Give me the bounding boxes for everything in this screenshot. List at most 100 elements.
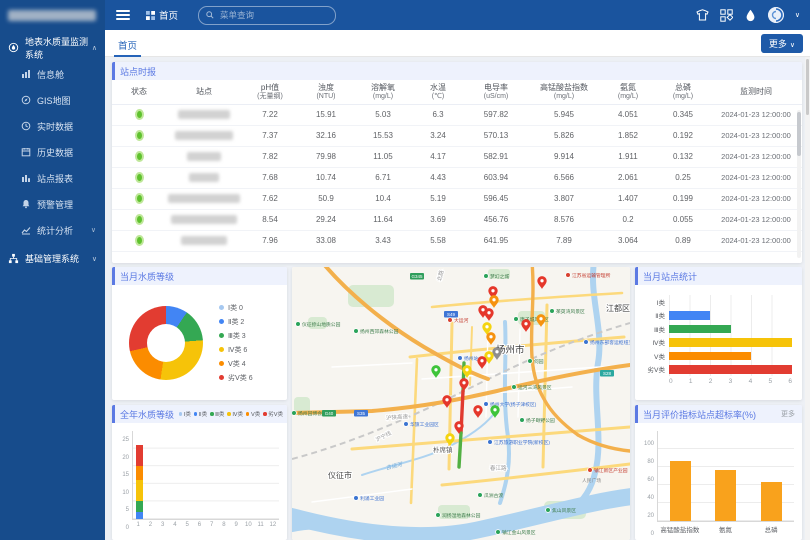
water-drop-icon[interactable] bbox=[744, 9, 757, 22]
svg-text:春江路: 春江路 bbox=[490, 464, 507, 472]
hbar-bar bbox=[669, 311, 710, 320]
org-tree-icon bbox=[8, 253, 19, 264]
table-cell: 2.061 bbox=[600, 167, 656, 188]
info-dashboard-icon bbox=[21, 69, 31, 79]
sidebar-item-alert-management[interactable]: 预警管理 bbox=[0, 191, 105, 217]
svg-text:何园: 何园 bbox=[534, 358, 544, 365]
search-input[interactable] bbox=[218, 9, 328, 21]
status-dot-online bbox=[135, 130, 144, 141]
table-cell: 7.22 bbox=[242, 104, 298, 125]
table-scrollbar[interactable] bbox=[797, 110, 801, 258]
app-logo bbox=[0, 0, 105, 30]
table-cell: 3.69 bbox=[412, 209, 464, 230]
breadcrumb[interactable]: 首页 bbox=[146, 8, 178, 22]
status-dot-online bbox=[135, 214, 144, 225]
sidebar-item-history-data[interactable]: 历史数据 bbox=[0, 139, 105, 165]
svg-text:扬州站: 扬州站 bbox=[464, 355, 479, 362]
map-label: 运河三湾风景区 bbox=[512, 384, 552, 391]
svg-text:江苏省运输管理所: 江苏省运输管理所 bbox=[572, 272, 611, 279]
svg-text:扬州西郊森林公园: 扬州西郊森林公园 bbox=[360, 328, 399, 335]
navbar-actions: ∨ bbox=[696, 7, 800, 23]
sidebar-group-base-management[interactable]: 基础管理系统 ∨ bbox=[0, 245, 105, 272]
hbar-row: Ⅲ类 bbox=[641, 322, 792, 336]
hbar-row: 劣Ⅴ类 bbox=[641, 363, 792, 377]
sidebar-item-stats-analysis[interactable]: 统计分析 ∨ bbox=[0, 217, 105, 243]
column-header: 站点 bbox=[166, 80, 242, 104]
table-row: 8.5429.2411.643.69456.768.5760.20.055202… bbox=[112, 209, 802, 230]
tab-home[interactable]: 首页 bbox=[114, 35, 141, 57]
svg-text:扬州园博会: 扬州园博会 bbox=[298, 410, 322, 417]
table-row: 7.9633.083.435.58641.957.893.0640.892024… bbox=[112, 230, 802, 251]
table-cell: 2024-01-23 12:00:00 bbox=[710, 167, 802, 188]
table-cell: 6.566 bbox=[528, 167, 600, 188]
table-cell: 5.945 bbox=[528, 104, 600, 125]
hbar-bar bbox=[669, 352, 751, 361]
svg-text:运河三湾风景区: 运河三湾风景区 bbox=[518, 384, 552, 391]
sidebar-item-gis-map[interactable]: GIS地图 bbox=[0, 87, 105, 113]
annual-quality-panel: 全年水质等级 Ⅰ类Ⅱ类Ⅲ类Ⅳ类Ⅴ类劣Ⅴ类 0510152025 12345678… bbox=[112, 405, 287, 540]
sidebar-item-info[interactable]: 信息舱 bbox=[0, 61, 105, 87]
table-cell: 596.45 bbox=[464, 188, 528, 209]
table-cell: 3.24 bbox=[412, 125, 464, 146]
status-dot-online bbox=[135, 109, 144, 120]
table-row: 7.2215.915.036.3597.825.9454.0510.345202… bbox=[112, 104, 802, 125]
table-cell: 0.2 bbox=[600, 209, 656, 230]
legend-item: Ⅰ类 bbox=[179, 410, 191, 418]
svg-text:G40: G40 bbox=[325, 411, 334, 416]
menu-toggle-icon[interactable] bbox=[116, 10, 130, 20]
table-cell: 32.16 bbox=[298, 125, 354, 146]
stacked-chart: 0510152025 123456789101112 bbox=[112, 423, 287, 528]
gis-map-icon bbox=[21, 95, 31, 105]
donut-ring bbox=[129, 306, 203, 380]
map-label: 润扬湿地森林公园 bbox=[436, 512, 481, 519]
legend-item: 劣Ⅴ类 bbox=[263, 410, 283, 418]
home-grid-icon bbox=[146, 11, 155, 20]
table-row: 7.6250.910.45.19596.453.8071.4070.199202… bbox=[112, 188, 802, 209]
panel-title: 当月站点统计 bbox=[643, 270, 697, 283]
table-cell: 15.53 bbox=[354, 125, 412, 146]
svg-text:江苏旅游职业学院(新校区): 江苏旅游职业学院(新校区) bbox=[494, 439, 550, 446]
sidebar-item-label: 信息舱 bbox=[37, 68, 64, 81]
table-cell: 3.807 bbox=[528, 188, 600, 209]
svg-text:G345: G345 bbox=[411, 274, 423, 279]
search-icon bbox=[206, 11, 214, 19]
exceedance-panel: 当月评价指标站点超标率(%) 更多 020406080100 高锰酸盐指数氨氮总… bbox=[635, 405, 802, 540]
table-header-row: 状态站点pH值(无量纲)浊度(NTU)溶解氧(mg/L)水温(℃)电导率(uS/… bbox=[112, 80, 802, 104]
station-name-redacted bbox=[168, 194, 240, 203]
map-canvas[interactable]: G40S35G345S49S28 扬州市江都区仪征市朴席镇人民广场扬州西郊森林公… bbox=[292, 267, 630, 540]
hbar-row: Ⅱ类 bbox=[641, 309, 792, 323]
monthly-station-panel: 当月站点统计 Ⅰ类Ⅱ类Ⅲ类Ⅳ类Ⅴ类劣Ⅴ类 0123456 bbox=[635, 267, 802, 400]
table-cell: 0.25 bbox=[656, 167, 710, 188]
menu-search bbox=[198, 6, 336, 25]
legend-item: Ⅲ类 bbox=[210, 410, 224, 418]
svg-text:S35: S35 bbox=[357, 411, 366, 416]
panel-title-bar: 站点时报 bbox=[112, 62, 802, 80]
table-cell: 8.576 bbox=[528, 209, 600, 230]
sidebar-item-station-report[interactable]: 站点报表 bbox=[0, 165, 105, 191]
theme-skin-icon[interactable] bbox=[696, 9, 709, 22]
svg-text:润扬湿地森林公园: 润扬湿地森林公园 bbox=[442, 512, 481, 519]
table-cell: 7.68 bbox=[242, 167, 298, 188]
legend-item: Ⅴ类 4 bbox=[219, 359, 253, 369]
table-cell: 4.17 bbox=[412, 146, 464, 167]
sidebar-item-realtime-data[interactable]: 实时数据 bbox=[0, 113, 105, 139]
page-scrollbar[interactable] bbox=[805, 57, 810, 540]
user-avatar[interactable] bbox=[768, 7, 784, 23]
column-header: 浊度(NTU) bbox=[298, 80, 354, 104]
table-cell: 50.9 bbox=[298, 188, 354, 209]
layout-component-icon[interactable] bbox=[720, 9, 733, 22]
hbar-row: Ⅳ类 bbox=[641, 336, 792, 350]
table-cell: 9.914 bbox=[528, 146, 600, 167]
table-cell: 456.76 bbox=[464, 209, 528, 230]
table-cell: 5.03 bbox=[354, 104, 412, 125]
sidebar-group-surface-water[interactable]: 地表水质量监测系统 ∧ bbox=[0, 34, 105, 61]
status-dot-online bbox=[135, 151, 144, 162]
table-cell: 0.055 bbox=[656, 209, 710, 230]
user-menu-caret-icon[interactable]: ∨ bbox=[795, 11, 800, 19]
chevron-down-icon: ∨ bbox=[92, 255, 97, 263]
column-header: 监测时间 bbox=[710, 80, 802, 104]
more-button[interactable]: 更多∨ bbox=[761, 34, 803, 53]
panel-more-link[interactable]: 更多 bbox=[781, 409, 795, 419]
station-report-panel: 站点时报 状态站点pH值(无量纲)浊度(NTU)溶解氧(mg/L)水温(℃)电导… bbox=[112, 62, 802, 263]
legend-item: Ⅳ类 6 bbox=[219, 345, 253, 355]
